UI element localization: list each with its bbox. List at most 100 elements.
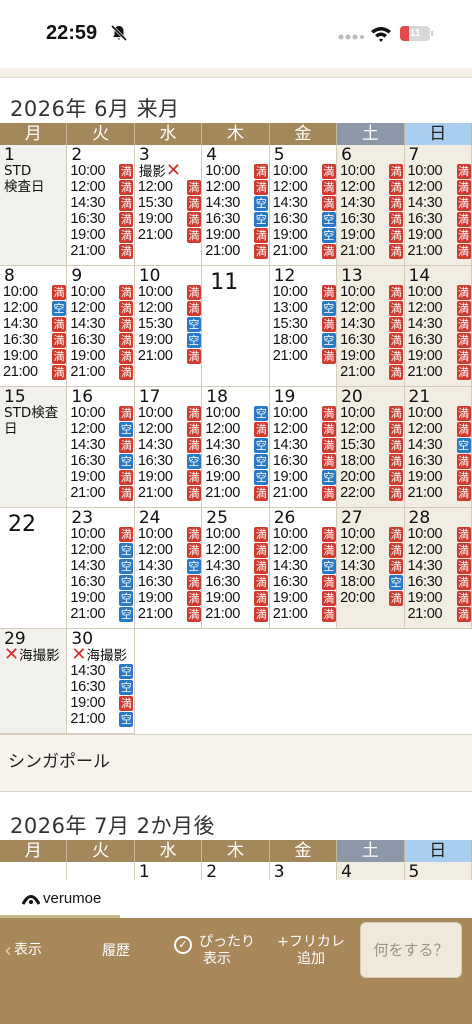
time-slot[interactable]: 12:00 満 bbox=[273, 179, 336, 195]
time-slot[interactable]: 14:30 空 bbox=[205, 195, 269, 211]
time-slot[interactable]: 10:00 空 bbox=[205, 405, 269, 421]
time-slot[interactable]: 21:00 満 bbox=[3, 364, 66, 380]
day-cell-23[interactable]: 23 10:00 満 12:00 空 14:30 空 16:30 空 19:00 空 21:00 空 bbox=[67, 508, 135, 629]
time-slot[interactable]: 21:00 満 bbox=[273, 485, 336, 501]
time-slot[interactable]: 21:00 満 bbox=[138, 227, 201, 243]
day-cell-6[interactable]: 6 10:00 満 12:00 満 14:30 満 16:30 満 19:00 満 21:00 満 bbox=[337, 145, 405, 266]
time-slot[interactable]: 14:30 空 bbox=[408, 437, 471, 453]
time-slot[interactable]: 14:30 満 bbox=[70, 195, 134, 211]
time-slot[interactable]: 21:00 満 bbox=[70, 485, 134, 501]
time-slot[interactable]: 12:00 満 bbox=[138, 179, 201, 195]
time-slot[interactable]: 21:00 満 bbox=[205, 606, 269, 622]
time-slot[interactable]: 21:00 満 bbox=[273, 606, 336, 622]
time-slot[interactable]: 10:00 満 bbox=[70, 284, 134, 300]
time-slot[interactable]: 16:30 満 bbox=[340, 332, 404, 348]
day-cell-19[interactable]: 19 10:00 満 12:00 満 14:30 満 16:30 満 19:00 空 21:00 満 bbox=[269, 387, 338, 508]
time-slot[interactable]: 12:00 満 bbox=[340, 421, 404, 437]
time-slot[interactable]: 16:30 満 bbox=[340, 211, 404, 227]
time-slot[interactable]: 14:30 満 bbox=[340, 195, 404, 211]
time-slot[interactable]: 10:00 満 bbox=[70, 526, 134, 542]
time-slot[interactable]: 10:00 満 bbox=[138, 526, 201, 542]
time-slot[interactable]: 10:00 満 bbox=[205, 526, 269, 542]
day-cell-20[interactable]: 20 10:00 満 12:00 満 15:30 満 18:00 満 20:00 満 22:00 満 bbox=[337, 387, 405, 508]
time-slot[interactable]: 13:00 空 bbox=[273, 300, 336, 316]
day-cell-2[interactable]: 2 10:00 満 12:00 満 14:30 満 16:30 満 19:00 満 21:00 満 bbox=[67, 145, 135, 266]
time-slot[interactable]: 16:30 満 bbox=[70, 211, 134, 227]
july-day-cell-4[interactable]: 4 bbox=[337, 862, 405, 880]
day-cell-24[interactable]: 24 10:00 満 12:00 満 14:30 空 16:30 満 19:00 満 21:00 満 bbox=[134, 508, 203, 629]
time-slot[interactable]: 21:00 満 bbox=[205, 485, 269, 501]
day-cell-7[interactable]: 7 10:00 満 12:00 満 14:30 満 16:30 満 19:00 満 21:00 満 bbox=[404, 145, 472, 266]
day-cell-3[interactable]: 3 撮影✕ 12:00 満 15:30 満 19:00 満 21:00 満 bbox=[134, 145, 203, 266]
time-slot[interactable]: 12:00 満 bbox=[138, 300, 201, 316]
time-slot[interactable]: 16:30 満 bbox=[408, 453, 471, 469]
time-slot[interactable]: 21:00 満 bbox=[273, 348, 336, 364]
time-slot[interactable]: 10:00 満 bbox=[408, 284, 471, 300]
time-slot[interactable]: 12:00 満 bbox=[273, 421, 336, 437]
time-slot[interactable]: 14:30 空 bbox=[138, 558, 201, 574]
brand-logo[interactable]: verumoe bbox=[22, 890, 101, 907]
time-slot[interactable]: 21:00 満 bbox=[408, 606, 471, 622]
time-slot[interactable]: 14:30 満 bbox=[70, 437, 134, 453]
time-slot[interactable]: 14:30 満 bbox=[273, 195, 336, 211]
time-slot[interactable]: 10:00 満 bbox=[340, 405, 404, 421]
day-cell-14[interactable]: 14 10:00 満 12:00 満 14:30 満 16:30 満 19:00 満 21:00 満 bbox=[404, 266, 472, 387]
time-slot[interactable]: 10:00 満 bbox=[70, 163, 134, 179]
day-cell-15[interactable]: 15 STD検査日 bbox=[0, 387, 68, 508]
july-day-cell-5[interactable]: 5 bbox=[404, 862, 472, 880]
time-slot[interactable]: 21:00 満 bbox=[70, 364, 134, 380]
back-display-button[interactable]: ‹ 表示 bbox=[4, 940, 42, 960]
time-slot[interactable]: 16:30 満 bbox=[408, 211, 471, 227]
day-cell-25[interactable]: 25 10:00 満 12:00 満 14:30 満 16:30 満 19:00 満 21:00 満 bbox=[202, 508, 270, 629]
time-slot[interactable]: 21:00 満 bbox=[340, 364, 404, 380]
time-slot[interactable]: 10:00 満 bbox=[340, 163, 404, 179]
time-slot[interactable]: 19:00 満 bbox=[205, 590, 269, 606]
time-slot[interactable]: 19:00 満 bbox=[3, 348, 66, 364]
time-slot[interactable]: 18:00 空 bbox=[340, 574, 404, 590]
time-slot[interactable]: 12:00 満 bbox=[408, 421, 471, 437]
time-slot[interactable]: 14:30 空 bbox=[70, 663, 134, 679]
time-slot[interactable]: 19:00 満 bbox=[340, 348, 404, 364]
time-slot[interactable]: 12:00 満 bbox=[408, 542, 471, 558]
time-slot[interactable]: 19:00 満 bbox=[205, 227, 269, 243]
fit-display-button[interactable]: ✓ ぴったり 表示 bbox=[172, 934, 262, 968]
time-slot[interactable]: 12:00 満 bbox=[205, 421, 269, 437]
time-slot[interactable]: 19:00 空 bbox=[138, 332, 201, 348]
time-slot[interactable]: 18:00 満 bbox=[340, 453, 404, 469]
day-cell-26[interactable]: 26 10:00 満 12:00 満 14:30 空 16:30 満 19:00 満 21:00 満 bbox=[269, 508, 338, 629]
july-day-cell-3[interactable]: 3 bbox=[269, 862, 338, 880]
time-slot[interactable]: 16:30 満 bbox=[408, 574, 471, 590]
day-cell-4[interactable]: 4 10:00 満 12:00 満 14:30 空 16:30 空 19:00 満 21:00 満 bbox=[202, 145, 270, 266]
time-slot[interactable]: 10:00 満 bbox=[408, 526, 471, 542]
time-slot[interactable]: 14:30 満 bbox=[408, 558, 471, 574]
time-slot[interactable]: 19:00 満 bbox=[138, 211, 201, 227]
time-slot[interactable]: 10:00 満 bbox=[273, 284, 336, 300]
time-slot[interactable]: 15:30 満 bbox=[138, 195, 201, 211]
time-slot[interactable]: 14:30 空 bbox=[205, 437, 269, 453]
time-slot[interactable]: 19:00 空 bbox=[205, 469, 269, 485]
day-cell-28[interactable]: 28 10:00 満 12:00 満 14:30 満 16:30 満 19:00 満 21:00 満 bbox=[404, 508, 472, 629]
time-slot[interactable]: 10:00 満 bbox=[205, 163, 269, 179]
time-slot[interactable]: 19:00 満 bbox=[138, 469, 201, 485]
time-slot[interactable]: 21:00 空 bbox=[70, 711, 134, 727]
day-cell-8[interactable]: 8 10:00 満 12:00 空 14:30 満 16:30 満 19:00 満 21:00 満 bbox=[0, 266, 68, 387]
time-slot[interactable]: 12:00 満 bbox=[340, 542, 404, 558]
day-cell-11[interactable]: 11 bbox=[202, 266, 270, 387]
day-cell-1[interactable]: 1 STD 検査日 bbox=[0, 145, 68, 266]
time-slot[interactable]: 20:00 満 bbox=[340, 590, 404, 606]
time-slot[interactable]: 21:00 満 bbox=[138, 485, 201, 501]
time-slot[interactable]: 14:30 満 bbox=[3, 316, 66, 332]
history-button[interactable]: 履歴 bbox=[102, 943, 130, 960]
time-slot[interactable]: 19:00 満 bbox=[408, 590, 471, 606]
time-slot[interactable]: 12:00 空 bbox=[70, 421, 134, 437]
time-slot[interactable]: 16:30 空 bbox=[70, 574, 134, 590]
time-slot[interactable]: 19:00 満 bbox=[408, 348, 471, 364]
what-to-do-button[interactable]: 何をする？ bbox=[360, 922, 462, 978]
day-cell-18[interactable]: 18 10:00 空 12:00 満 14:30 空 16:30 空 19:00 空 21:00 満 bbox=[202, 387, 270, 508]
july-day-cell-1[interactable]: 1 bbox=[134, 862, 203, 880]
time-slot[interactable]: 12:00 満 bbox=[340, 300, 404, 316]
time-slot[interactable]: 14:30 空 bbox=[273, 558, 336, 574]
day-cell-10[interactable]: 10 10:00 満 12:00 満 15:30 空 19:00 空 21:00 満 bbox=[134, 266, 203, 387]
time-slot[interactable]: 10:00 満 bbox=[273, 163, 336, 179]
time-slot[interactable]: 21:00 満 bbox=[408, 364, 471, 380]
